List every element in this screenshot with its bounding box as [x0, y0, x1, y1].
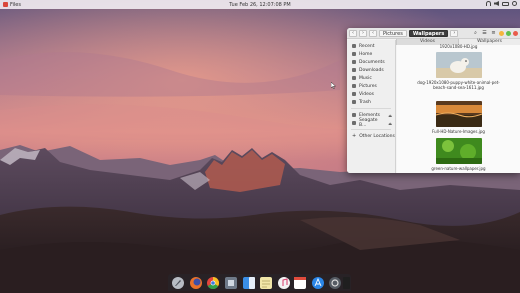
back-button[interactable]: ‹	[349, 29, 357, 37]
app-store-icon	[312, 277, 324, 289]
search-icon[interactable]: ⌕	[472, 30, 479, 37]
parent-crumb-button[interactable]: ‹	[369, 29, 377, 37]
wifi-icon[interactable]	[486, 1, 491, 6]
sidebar-item-other-locations[interactable]: + Other Locations	[347, 132, 395, 140]
sidebar-item-label: Other Locations	[359, 133, 395, 139]
settings-icon	[329, 277, 341, 289]
download-icon	[352, 68, 356, 72]
sidebar-item-documents[interactable]: Documents	[347, 58, 395, 66]
file-thumbnail	[435, 138, 482, 164]
sidebar-item-videos[interactable]: Videos	[347, 90, 395, 98]
sidebar-item-pictures[interactable]: Pictures	[347, 82, 395, 90]
battery-icon[interactable]	[502, 1, 509, 6]
next-crumb-button[interactable]: ›	[450, 29, 459, 37]
file-manager-toolbar: ‹ › ‹ Pictures Wallpapers › ⌕ ☰ ≡	[347, 28, 520, 39]
clock[interactable]: Tue Feb 26, 12:07:08 PM	[0, 2, 520, 8]
system-tray[interactable]	[486, 1, 517, 6]
trash-icon	[352, 100, 356, 104]
sidebar-item-label: Music	[359, 75, 372, 81]
sidebar-item-label: Elements	[359, 112, 380, 118]
video-icon	[352, 92, 356, 96]
view-list-icon[interactable]: ☰	[481, 30, 488, 37]
file-name: 1920x1080-HD.jpg	[439, 44, 478, 49]
breadcrumb-wallpapers[interactable]: Wallpapers	[408, 29, 449, 37]
file-item[interactable]: 1920x1080-HD.jpg	[397, 43, 520, 49]
file-thumbnail	[435, 101, 482, 127]
forward-button[interactable]: ›	[359, 29, 367, 37]
sidebar-item-label: Trash	[359, 99, 371, 105]
music-icon	[352, 76, 356, 80]
sidebar-item-label: Downloads	[359, 67, 384, 73]
files-app-icon	[3, 2, 8, 7]
volume-icon[interactable]	[494, 1, 499, 6]
breadcrumb-pictures[interactable]: Pictures	[379, 29, 407, 37]
chrome-icon	[207, 277, 220, 290]
document-icon	[352, 60, 356, 64]
file-item[interactable]: green-nature-wallpaper.jpg	[397, 138, 520, 171]
sidebar-item-label: Recent	[359, 43, 375, 49]
drive-icon	[352, 113, 356, 117]
minimize-button[interactable]	[499, 30, 504, 36]
sidebar-item-downloads[interactable]: Downloads	[347, 66, 395, 74]
sidebar-item-label: Seagate B...	[359, 118, 378, 128]
menu-icon[interactable]: ≡	[490, 30, 497, 37]
file-manager-window[interactable]: ‹ › ‹ Pictures Wallpapers › ⌕ ☰ ≡ Videos…	[347, 28, 520, 173]
picture-icon	[352, 84, 356, 88]
sidebar-item-trash[interactable]: Trash	[347, 98, 395, 106]
sidebar-item-label: Documents	[359, 59, 385, 65]
sidebar-divider	[351, 129, 391, 130]
active-app-menu[interactable]: Files	[10, 2, 21, 8]
file-name: Full-HD-Nature-Images.jpg	[432, 129, 485, 134]
file-item[interactable]: dog-1920x1080-puppy-white-animal-pet-bea…	[397, 52, 520, 90]
sidebar-divider	[351, 108, 391, 109]
eject-icon[interactable]: ⏏	[388, 113, 392, 118]
finder-icon	[243, 277, 255, 289]
power-icon[interactable]	[512, 1, 517, 6]
mouse-cursor-icon	[331, 82, 336, 89]
drive-icon	[352, 121, 356, 125]
terminal-icon	[343, 277, 350, 289]
firefox-icon	[190, 277, 202, 289]
maximize-button[interactable]	[506, 30, 511, 36]
calendar-icon	[294, 277, 306, 289]
close-button[interactable]	[513, 30, 518, 36]
file-name: dog-1920x1080-puppy-white-animal-pet-bea…	[417, 80, 500, 90]
file-thumbnail	[435, 52, 482, 78]
sidebar-item-label: Pictures	[359, 83, 377, 89]
file-item[interactable]: Full-HD-Nature-Images.jpg	[397, 101, 520, 134]
system-prefs-icon	[225, 277, 237, 289]
sidebar-item-label: Home	[359, 51, 373, 57]
dock-icons	[172, 277, 350, 290]
clock-icon	[352, 44, 356, 48]
itunes-icon	[278, 277, 290, 289]
sidebar-item-home[interactable]: Home	[347, 50, 395, 58]
file-name: green-nature-wallpaper.jpg	[431, 166, 486, 171]
sidebar: Recent Home Documents Downloads Music Pi…	[347, 40, 396, 173]
plus-icon: +	[352, 133, 357, 139]
sidebar-item-recent[interactable]: Recent	[347, 42, 395, 50]
launchpad-icon	[172, 277, 184, 289]
notes-icon	[260, 277, 272, 289]
sidebar-item-seagate[interactable]: Seagate B... ⏏	[347, 118, 395, 128]
sidebar-item-music[interactable]: Music	[347, 74, 395, 82]
home-icon	[352, 52, 356, 56]
top-bar: Files Tue Feb 26, 12:07:08 PM	[0, 0, 520, 9]
file-grid: 1920x1080-HD.jpg dog-1920x1080-puppy-whi…	[397, 43, 520, 173]
sidebar-item-label: Videos	[359, 91, 374, 97]
eject-icon[interactable]: ⏏	[388, 121, 392, 126]
